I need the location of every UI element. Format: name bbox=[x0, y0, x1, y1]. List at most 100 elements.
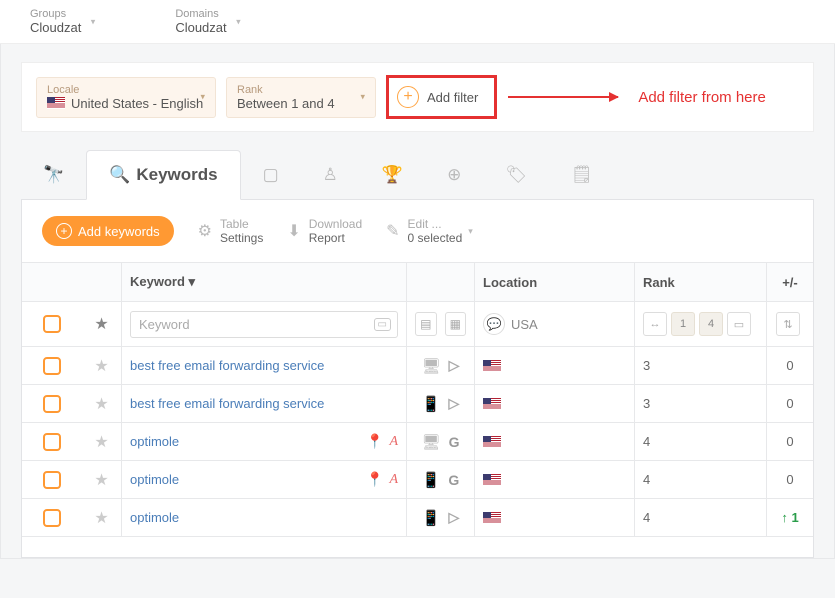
add-keywords-button[interactable]: + Add keywords bbox=[42, 216, 174, 246]
locale-filter[interactable]: Locale United States - English ▾ bbox=[36, 77, 216, 118]
rank-value: 3 bbox=[643, 396, 650, 411]
rank-value: 4 bbox=[643, 472, 650, 487]
rank-value: 3 bbox=[643, 358, 650, 373]
groups-label: Groups bbox=[30, 8, 81, 20]
locale-value: United States - English bbox=[47, 96, 205, 111]
main-area: Locale United States - English ▾ Rank Be… bbox=[0, 44, 835, 559]
caret-down-icon: ▾ bbox=[236, 16, 241, 27]
mobile-icon: 📱 bbox=[422, 395, 441, 413]
us-flag-icon bbox=[483, 512, 501, 524]
change-value: 0 bbox=[786, 472, 793, 487]
filter-bar: Locale United States - English ▾ Rank Be… bbox=[21, 62, 814, 132]
keyword-link[interactable]: optimole bbox=[130, 510, 179, 525]
row-checkbox[interactable] bbox=[43, 433, 61, 451]
table-row: ★optimole📱▷4↑ 1 bbox=[22, 499, 813, 537]
rank-low[interactable]: 1 bbox=[671, 312, 695, 336]
tab-chess[interactable]: ♙ bbox=[301, 151, 360, 199]
keyword-filter-input[interactable]: Keyword ▭ bbox=[130, 311, 398, 338]
us-flag-icon bbox=[483, 436, 501, 448]
caret-down-icon: ▾ bbox=[200, 92, 205, 103]
crosshair-icon: ⊕ bbox=[447, 165, 461, 184]
row-checkbox[interactable] bbox=[43, 509, 61, 527]
star-icon[interactable]: ★ bbox=[94, 470, 108, 490]
col-location[interactable]: Location bbox=[475, 263, 635, 301]
google-icon: G bbox=[449, 434, 460, 450]
rank-range-icon[interactable]: ↔ bbox=[643, 312, 667, 336]
download-icon: ⬇ bbox=[287, 221, 300, 241]
tab-trophy[interactable]: 🏆 bbox=[360, 151, 425, 199]
binoculars-icon: 🔭 bbox=[43, 165, 64, 184]
plus-circle-icon: + bbox=[397, 86, 419, 108]
rank-tag-icon[interactable]: ▭ bbox=[727, 312, 751, 336]
rank-label: Rank bbox=[237, 84, 365, 96]
table-row: ★ best free email forwarding service 📱 ▷ 3 0 bbox=[22, 385, 813, 423]
domains-value: Cloudzat bbox=[175, 20, 226, 35]
sort-pm-button[interactable]: ⇅ bbox=[776, 312, 800, 336]
star-icon[interactable]: ★ bbox=[94, 432, 108, 452]
desktop-icon: 🖥 bbox=[422, 357, 441, 375]
tab-binoculars[interactable]: 🔭 bbox=[21, 151, 86, 199]
add-filter-button[interactable]: + Add filter bbox=[386, 75, 497, 119]
tab-window[interactable]: ▢ bbox=[241, 151, 301, 199]
star-icon[interactable]: ★ bbox=[94, 314, 108, 334]
tab-keywords[interactable]: 🔍 Keywords bbox=[86, 150, 240, 200]
engine-filter-button[interactable]: ▦ bbox=[445, 312, 467, 336]
rank-filter[interactable]: Rank Between 1 and 4 ▾ bbox=[226, 77, 376, 118]
notepad-icon: 🗒 bbox=[571, 165, 593, 184]
rank-value: Between 1 and 4 bbox=[237, 96, 365, 111]
keyword-link[interactable]: optimole bbox=[130, 472, 179, 487]
chess-icon: ♙ bbox=[323, 165, 338, 184]
us-flag-icon bbox=[47, 97, 65, 109]
device-filter-button[interactable]: ▤ bbox=[415, 312, 437, 336]
table-row: ★ best free email forwarding service 🖥 ▷ 3 0 bbox=[22, 347, 813, 385]
star-icon[interactable]: ★ bbox=[94, 356, 108, 376]
map-pin-icon: 📍 bbox=[366, 433, 383, 450]
change-value: 0 bbox=[786, 358, 793, 373]
pencil-icon: ✎ bbox=[386, 221, 399, 241]
col-rank[interactable]: Rank bbox=[635, 263, 767, 301]
row-checkbox[interactable] bbox=[43, 471, 61, 489]
col-plus-minus[interactable]: +/- bbox=[767, 263, 813, 301]
star-icon[interactable]: ★ bbox=[94, 508, 108, 528]
tag-icon: ▭ bbox=[374, 318, 391, 331]
rank-value: 4 bbox=[643, 434, 650, 449]
sliders-icon: ⚙ bbox=[198, 221, 212, 241]
tab-tag[interactable]: 🏷 bbox=[483, 151, 549, 199]
keyword-link[interactable]: best free email forwarding service bbox=[130, 358, 324, 373]
language-icon: A bbox=[389, 472, 398, 488]
tab-notes[interactable]: 🗒 bbox=[549, 151, 615, 199]
plus-icon: + bbox=[56, 223, 72, 239]
table-row: ★optimole📍A📱G40 bbox=[22, 461, 813, 499]
mobile-icon: 📱 bbox=[422, 509, 441, 527]
rank-high[interactable]: 4 bbox=[699, 312, 723, 336]
keyword-link[interactable]: optimole bbox=[130, 434, 179, 449]
tab-keywords-label: Keywords bbox=[136, 165, 217, 184]
table-row: ★optimole📍A🖥G40 bbox=[22, 423, 813, 461]
col-keyword[interactable]: Keyword ▾ bbox=[122, 263, 407, 301]
table-settings-button[interactable]: ⚙ Table Settings bbox=[198, 217, 264, 245]
bing-icon: ▷ bbox=[449, 357, 460, 374]
location-filter-value: USA bbox=[511, 317, 538, 332]
tab-target[interactable]: ⊕ bbox=[425, 151, 483, 199]
star-icon[interactable]: ★ bbox=[94, 394, 108, 414]
caret-down-icon: ▾ bbox=[360, 92, 365, 103]
add-keywords-label: Add keywords bbox=[78, 224, 160, 239]
groups-selector[interactable]: Groups Cloudzat ▾ bbox=[30, 8, 95, 35]
google-icon: G bbox=[448, 472, 459, 488]
download-report-button[interactable]: ⬇ Download Report bbox=[287, 217, 362, 245]
keyword-link[interactable]: best free email forwarding service bbox=[130, 396, 324, 411]
edit-selected-button[interactable]: ✎ Edit ... 0 selected ▾ bbox=[386, 217, 473, 245]
caret-down-icon: ▾ bbox=[91, 16, 96, 27]
top-bar: Groups Cloudzat ▾ Domains Cloudzat ▾ bbox=[0, 0, 835, 44]
bubble-icon[interactable]: 💬 bbox=[483, 313, 505, 335]
annotation-text: Add filter from here bbox=[638, 89, 766, 106]
bing-icon: ▷ bbox=[448, 395, 459, 412]
domains-selector[interactable]: Domains Cloudzat ▾ bbox=[175, 8, 240, 35]
caret-down-icon: ▾ bbox=[468, 226, 473, 237]
table-filter-row: ★ Keyword ▭ ▤ ▦ 💬 USA ↔ 1 bbox=[22, 302, 813, 347]
select-all-checkbox[interactable] bbox=[43, 315, 61, 333]
row-checkbox[interactable] bbox=[43, 357, 61, 375]
search-icon: 🔍 bbox=[109, 165, 130, 184]
row-checkbox[interactable] bbox=[43, 395, 61, 413]
change-value: 0 bbox=[786, 396, 793, 411]
